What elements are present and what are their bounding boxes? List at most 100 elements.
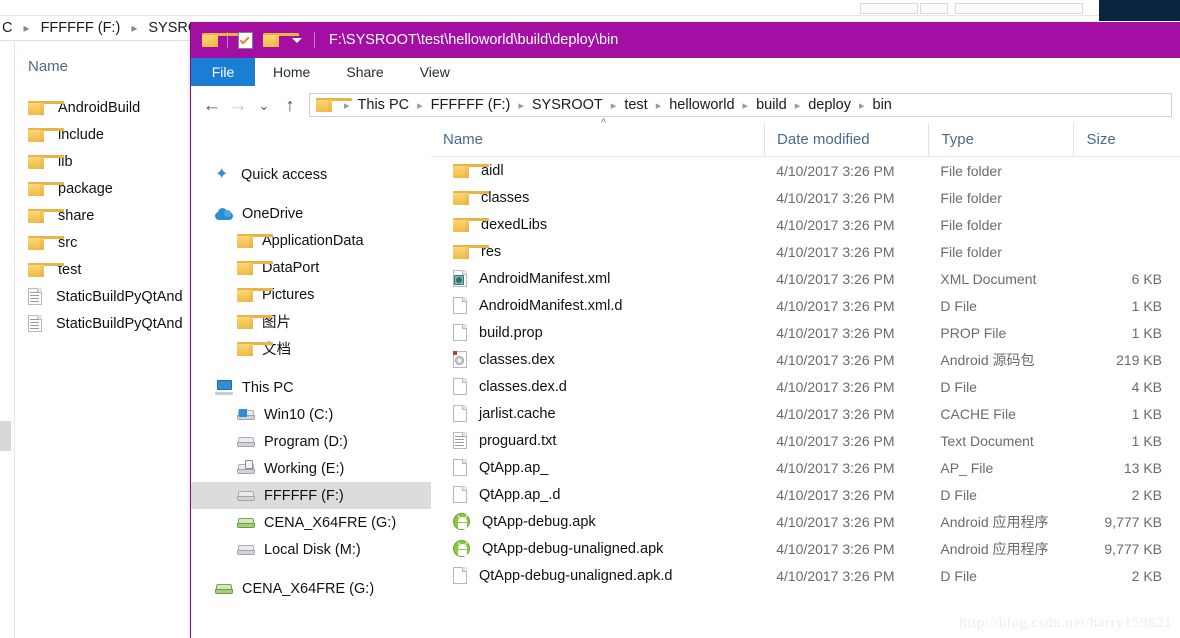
- table-row[interactable]: QtApp-debug-unaligned.apk.d 4/10/2017 3:2…: [431, 562, 1180, 589]
- blank-file-icon: [453, 297, 467, 314]
- background-breadcrumb-item-1[interactable]: FFFFFF (F:): [41, 20, 121, 36]
- file-date-cell: 4/10/2017 3:26 PM: [776, 378, 895, 395]
- table-row[interactable]: QtApp-debug.apk 4/10/2017 3:26 PM Android …: [431, 508, 1180, 535]
- breadcrumb-item-bin[interactable]: bin: [873, 97, 892, 113]
- breadcrumb-item-deploy[interactable]: deploy: [808, 97, 851, 113]
- file-name-cell[interactable]: build.prop: [431, 324, 764, 341]
- tab-share[interactable]: Share: [328, 58, 401, 86]
- table-row[interactable]: build.prop 4/10/2017 3:26 PM PROP File 1 KB: [431, 319, 1180, 346]
- breadcrumb-item-sysroot[interactable]: SYSROOT: [532, 97, 603, 113]
- forward-button[interactable]: →: [225, 92, 251, 118]
- table-row[interactable]: AndroidManifest.xml 4/10/2017 3:26 PM XML …: [431, 265, 1180, 292]
- file-name-cell[interactable]: aidl: [431, 163, 764, 179]
- table-row[interactable]: classes 4/10/2017 3:26 PM File folder: [431, 184, 1180, 211]
- background-search-box[interactable]: [955, 3, 1083, 14]
- sidebar-item-ffffff-f[interactable]: FFFFFF (F:): [191, 482, 431, 509]
- background-list-item[interactable]: include: [28, 121, 183, 148]
- file-name-cell[interactable]: proguard.txt: [431, 432, 764, 449]
- folder-icon: [453, 244, 489, 259]
- qat-customize-button[interactable]: [284, 27, 310, 53]
- table-row[interactable]: jarlist.cache 4/10/2017 3:26 PM CACHE File…: [431, 400, 1180, 427]
- sidebar-item-cena-x64fre-g[interactable]: CENA_X64FRE (G:): [191, 575, 431, 602]
- background-breadcrumb-item-0[interactable]: C: [2, 20, 12, 36]
- table-row[interactable]: AndroidManifest.xml.d 4/10/2017 3:26 PM D …: [431, 292, 1180, 319]
- table-row[interactable]: aidl 4/10/2017 3:26 PM File folder: [431, 157, 1180, 184]
- sidebar-item-dataport[interactable]: DataPort: [191, 254, 431, 281]
- background-list-item[interactable]: lib: [28, 148, 183, 175]
- file-type-cell: Text Document: [940, 432, 1034, 449]
- background-list-item-label: package: [58, 180, 113, 197]
- table-row[interactable]: dexedLibs 4/10/2017 3:26 PM File folder: [431, 211, 1180, 238]
- sidebar-item-onedrive[interactable]: OneDrive: [191, 200, 431, 227]
- column-header-name[interactable]: Name ^: [431, 117, 764, 157]
- file-name-cell[interactable]: QtApp-debug-unaligned.apk: [431, 540, 764, 557]
- table-row[interactable]: QtApp.ap_ 4/10/2017 3:26 PM AP_ File 13 KB: [431, 454, 1180, 481]
- table-row[interactable]: classes.dex.d 4/10/2017 3:26 PM D File 4 KB: [431, 373, 1180, 400]
- file-name-cell[interactable]: QtApp-debug.apk: [431, 513, 764, 530]
- file-name-cell[interactable]: jarlist.cache: [431, 405, 764, 422]
- back-button[interactable]: ←: [199, 92, 225, 118]
- breadcrumb-item-test[interactable]: test: [624, 97, 647, 113]
- sidebar-item-applicationdata[interactable]: ApplicationData: [191, 227, 431, 254]
- file-type-cell: File folder: [940, 216, 1002, 233]
- column-header-size[interactable]: Size: [1073, 122, 1180, 157]
- up-button[interactable]: ↑: [277, 92, 303, 118]
- column-header-date-modified[interactable]: Date modified: [764, 122, 928, 157]
- sidebar-item-pictures[interactable]: Pictures: [191, 281, 431, 308]
- background-list-item[interactable]: AndroidBuild: [28, 94, 183, 121]
- breadcrumb-item-build[interactable]: build: [756, 97, 787, 113]
- sidebar-item-cena-x64fre-g[interactable]: CENA_X64FRE (G:): [191, 509, 431, 536]
- qat-properties-button[interactable]: [232, 27, 258, 53]
- qat-folder-button[interactable]: [197, 27, 238, 53]
- breadcrumb-item-this-pc[interactable]: This PC: [358, 97, 410, 113]
- file-name-cell[interactable]: QtApp.ap_: [431, 459, 764, 476]
- table-row[interactable]: classes.dex 4/10/2017 3:26 PM Android 源码包 2…: [431, 346, 1180, 373]
- file-name-cell[interactable]: classes.dex: [431, 351, 764, 368]
- sidebar-item-local-disk-m[interactable]: Local Disk (M:): [191, 536, 431, 563]
- file-name-cell[interactable]: QtApp.ap_.d: [431, 486, 764, 503]
- background-list-item[interactable]: StaticBuildPyQtAnd: [28, 310, 183, 337]
- breadcrumb[interactable]: ▸ This PC ▸ FFFFFF (F:) ▸ SYSROOT ▸ test…: [309, 93, 1172, 117]
- title-bar[interactable]: F:\SYSROOT\test\helloworld\build\deploy\…: [191, 22, 1180, 58]
- breadcrumb-item-drive[interactable]: FFFFFF (F:): [431, 97, 511, 113]
- background-list-item[interactable]: test: [28, 256, 183, 283]
- background-column-header-name[interactable]: Name: [28, 58, 68, 75]
- background-list-item-label: include: [58, 126, 104, 143]
- background-list-item[interactable]: src: [28, 229, 183, 256]
- table-row[interactable]: QtApp.ap_.d 4/10/2017 3:26 PM D File 2 KB: [431, 481, 1180, 508]
- recent-locations-button[interactable]: ⌄: [251, 92, 277, 118]
- table-row[interactable]: QtApp-debug-unaligned.apk 4/10/2017 3:26 …: [431, 535, 1180, 562]
- tab-view[interactable]: View: [402, 58, 468, 86]
- tab-file[interactable]: File: [191, 58, 255, 86]
- sidebar-item-this-pc[interactable]: This PC: [191, 374, 431, 401]
- sidebar-item-win10-c[interactable]: Win10 (C:): [191, 401, 431, 428]
- background-list-item[interactable]: StaticBuildPyQtAnd: [28, 283, 183, 310]
- file-name-cell[interactable]: classes.dex.d: [431, 378, 764, 395]
- background-breadcrumb[interactable]: C ▸ FFFFFF (F:) ▸ SYSROOT: [0, 20, 219, 36]
- column-header-type[interactable]: Type: [928, 122, 1073, 157]
- sidebar-item-[interactable]: 图片: [191, 308, 431, 335]
- chevron-right-icon: ▸: [131, 21, 138, 35]
- file-name-cell[interactable]: dexedLibs: [431, 217, 764, 233]
- sidebar-item-quick-access[interactable]: ✦ Quick access: [191, 161, 431, 188]
- sidebar-item-working-e[interactable]: Working (E:): [191, 455, 431, 482]
- window-edge-handle[interactable]: [0, 421, 11, 451]
- file-name-cell[interactable]: res: [431, 244, 764, 260]
- breadcrumb-item-helloworld[interactable]: helloworld: [669, 97, 734, 113]
- background-list-item[interactable]: share: [28, 202, 183, 229]
- file-name-cell[interactable]: classes: [431, 190, 764, 206]
- tab-home[interactable]: Home: [255, 58, 328, 86]
- file-date-cell: 4/10/2017 3:26 PM: [776, 405, 895, 422]
- sidebar-item-[interactable]: 文档: [191, 335, 431, 362]
- file-name-cell[interactable]: AndroidManifest.xml.d: [431, 297, 764, 314]
- background-toolbar-button-2[interactable]: [920, 3, 948, 14]
- file-name-cell[interactable]: AndroidManifest.xml: [431, 270, 764, 287]
- file-name-cell[interactable]: QtApp-debug-unaligned.apk.d: [431, 567, 764, 584]
- drive-icon: [237, 543, 255, 556]
- background-toolbar-button-1[interactable]: [860, 3, 918, 14]
- table-row[interactable]: res 4/10/2017 3:26 PM File folder: [431, 238, 1180, 265]
- background-list-item[interactable]: package: [28, 175, 183, 202]
- table-row[interactable]: proguard.txt 4/10/2017 3:26 PM Text Docume…: [431, 427, 1180, 454]
- sidebar-item-program-d[interactable]: Program (D:): [191, 428, 431, 455]
- qat-new-folder-button[interactable]: [258, 27, 299, 53]
